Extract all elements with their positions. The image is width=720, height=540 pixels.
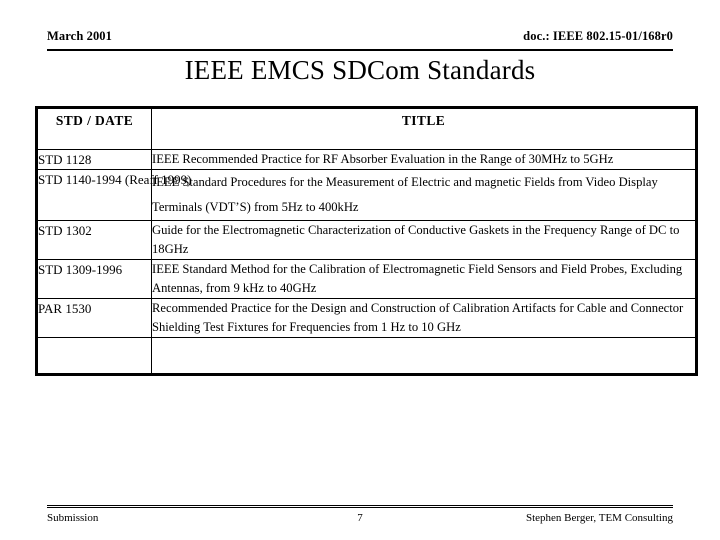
table-row: STD 1309-1996 IEEE Standard Method for t… (36, 259, 697, 299)
cell-title: Guide for the Electromagnetic Characteri… (151, 220, 697, 260)
cell-title: Recommended Practice for the Design and … (151, 298, 697, 338)
cell-std-date: STD 1302 (36, 220, 152, 260)
slide-page: { "header": { "date": "March 2001", "doc… (0, 0, 720, 540)
cell-title: IEEE Standard Method for the Calibration… (151, 259, 697, 299)
cell-std-date (36, 337, 152, 375)
cell-std-date: PAR 1530 (36, 298, 152, 338)
cell-std-date: STD 1128 (36, 149, 152, 170)
cell-title (151, 337, 697, 375)
column-header-std-date: STD / DATE (36, 107, 152, 150)
table-row: STD 1302 Guide for the Electromagnetic C… (36, 220, 697, 260)
cell-title: IEEE Recommended Practice for RF Absorbe… (151, 149, 697, 170)
cell-std-date: STD 1309-1996 (36, 259, 152, 299)
table-row-empty (36, 337, 697, 375)
cell-title: IEEE Standard Procedures for the Measure… (151, 169, 697, 221)
table-row: PAR 1530 Recommended Practice for the De… (36, 298, 697, 338)
header-date: March 2001 (47, 29, 112, 43)
table-header-row: STD / DATE TITLE (36, 107, 697, 150)
table-body: STD 1128 IEEE Recommended Practice for R… (36, 149, 697, 375)
standards-table: STD / DATE TITLE STD 1128 IEEE Recommend… (35, 106, 698, 376)
column-header-title: TITLE (151, 107, 697, 150)
slide-header: March 2001 doc.: IEEE 802.15-01/168r0 (47, 29, 673, 51)
slide-footer: Submission 7 Stephen Berger, TEM Consult… (47, 505, 673, 530)
table-row: STD 1128 IEEE Recommended Practice for R… (36, 149, 697, 170)
table-row: STD 1140-1994 (Reaff 1999) IEEE Standard… (36, 169, 697, 221)
header-document-id: doc.: IEEE 802.15-01/168r0 (523, 29, 673, 43)
footer-author: Stephen Berger, TEM Consulting (525, 512, 673, 524)
cell-std-date: STD 1140-1994 (Reaff 1999) (36, 169, 191, 221)
page-title: IEEE EMCS SDCom Standards (184, 55, 536, 85)
